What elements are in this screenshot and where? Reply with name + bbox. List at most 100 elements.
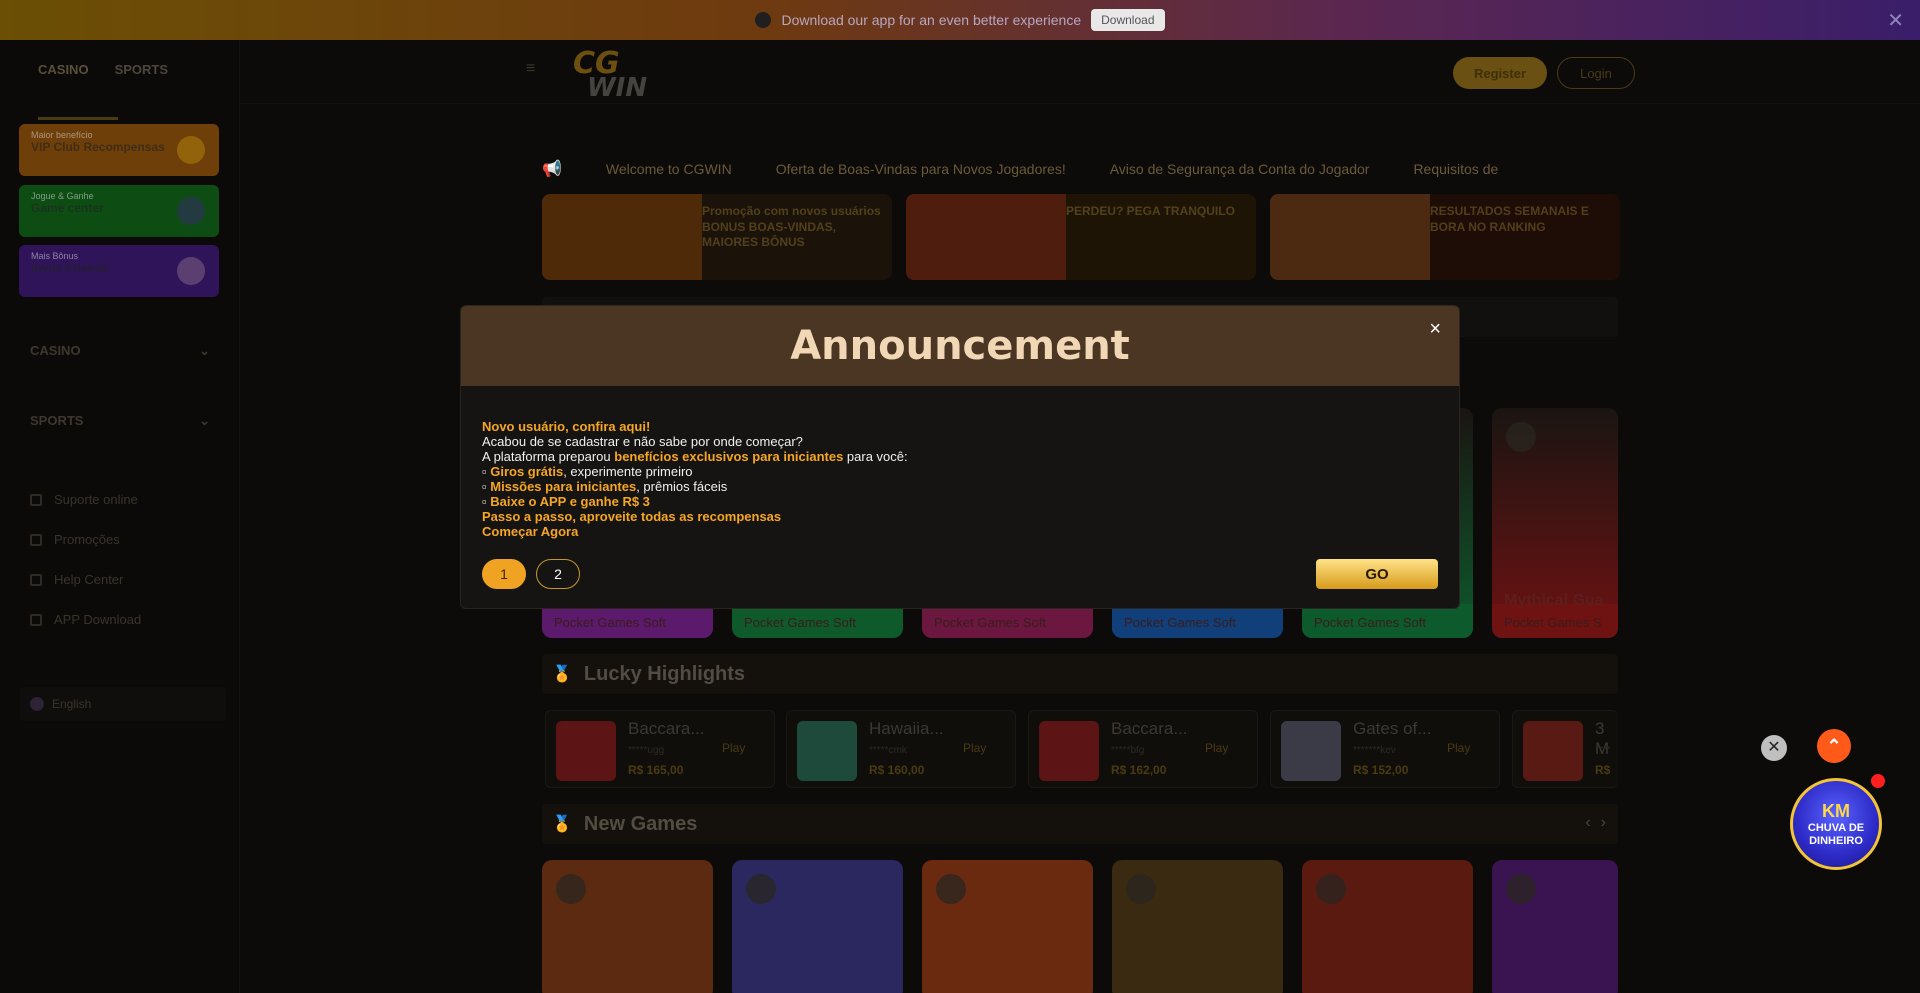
go-button[interactable]: GO [1316, 559, 1438, 589]
sidebar-item-promotions[interactable]: Promoções [30, 532, 120, 547]
game-provider: Pocket Games S [1504, 615, 1602, 630]
game-thumbnail [1039, 721, 1099, 781]
promo-banner[interactable]: PERDEU? PEGA TRANQUILO [906, 194, 1256, 280]
sidebar-item-label: Help Center [54, 572, 124, 587]
bullet-icon: ▫ [482, 464, 491, 479]
chevron-left-icon[interactable]: ‹ [1585, 814, 1590, 832]
favorite-icon[interactable] [556, 874, 586, 904]
marquee-item[interactable]: Oferta de Boas-Vindas para Novos Jogador… [776, 161, 1066, 177]
promo-card-sub: Mais Bônus [31, 251, 79, 261]
game-provider: Pocket Games Soft [1314, 615, 1426, 630]
sidebar-item-help[interactable]: Help Center [30, 572, 123, 587]
sidebar-item-app-download[interactable]: APP Download [30, 612, 141, 627]
medal-icon: 🏅 [552, 666, 572, 683]
megaphone-icon: 📢 [542, 161, 562, 178]
bullet-icon: ▫ [482, 494, 491, 509]
game-tile[interactable] [1492, 860, 1618, 993]
close-icon[interactable]: ✕ [1887, 8, 1904, 33]
game-tile[interactable] [1112, 860, 1283, 993]
highlight-card[interactable]: Hawaiia... *****cmk R$ 160,00 Play [786, 710, 1016, 788]
favorite-icon[interactable] [1506, 874, 1536, 904]
marquee-item[interactable]: Aviso de Segurança da Conta do Jogador [1110, 161, 1370, 177]
start-now-link[interactable]: Começar Agora [482, 524, 578, 539]
menu-icon[interactable]: ≡ [526, 60, 535, 78]
banner-text: Promoção com novos usuários BONUS BOAS-V… [702, 204, 881, 250]
tab-sports[interactable]: SPORTS [115, 62, 168, 104]
game-center-card[interactable]: Jogue & Ganhe Game center [19, 185, 219, 237]
close-icon[interactable]: × [1429, 318, 1441, 341]
invite-friends-card[interactable]: Mais Bônus Invite Friends [19, 245, 219, 297]
marquee-item[interactable]: Welcome to CGWIN [606, 161, 732, 177]
highlight-amount: R$ 160,00 [869, 763, 925, 777]
section-label: CASINO [30, 343, 81, 358]
announcement-line: Passo a passo, aproveite todas as recomp… [482, 509, 782, 524]
game-provider: Pocket Games Soft [1124, 615, 1236, 630]
highlight-game-name: Baccara... [1111, 719, 1188, 738]
login-button[interactable]: Login [1557, 57, 1635, 89]
game-tile[interactable] [542, 860, 713, 993]
lucky-highlights-header: 🏅 Lucky Highlights [542, 654, 1618, 694]
chevron-right-icon[interactable]: › [1601, 814, 1606, 832]
announcement-highlight: benefícios exclusivos para iniciantes [614, 449, 844, 464]
highlight-card[interactable]: Baccara... *****bfg R$ 162,00 Play [1028, 710, 1258, 788]
highlight-amount: R$ 165,00 [628, 763, 684, 777]
sidebar-item-support[interactable]: Suporte online [30, 492, 138, 507]
highlight-user: **** [1595, 745, 1611, 756]
highlight-game-name: Hawaiia... [869, 719, 944, 738]
language-selector[interactable]: English [20, 687, 226, 721]
sidebar-item-label: Suporte online [54, 492, 138, 507]
announcement-marquee[interactable]: 📢 Welcome to CGWIN Oferta de Boas-Vindas… [542, 158, 1618, 180]
announcement-line: Novo usuário, confira aqui! [482, 419, 651, 434]
favorite-icon[interactable] [1316, 874, 1346, 904]
play-button[interactable]: Play [1205, 741, 1228, 755]
highlight-game-name: Gates of... [1353, 719, 1432, 738]
rain-logo: KM [1822, 801, 1850, 822]
page-button-2[interactable]: 2 [536, 559, 580, 589]
marquee-item[interactable]: Requisitos de [1413, 161, 1498, 177]
page-button-1[interactable]: 1 [482, 559, 526, 589]
game-tile[interactable] [1302, 860, 1473, 993]
register-button[interactable]: Register [1453, 57, 1547, 89]
highlight-card[interactable]: Baccara... *****ugg R$ 165,00 Play [545, 710, 775, 788]
download-button[interactable]: Download [1091, 9, 1165, 31]
favorite-icon[interactable] [936, 874, 966, 904]
game-tile[interactable] [922, 860, 1093, 993]
crown-icon [177, 136, 205, 164]
app-download-text: Download our app for an even better expe… [781, 12, 1082, 28]
favorite-icon[interactable] [1506, 422, 1536, 452]
close-float-icon[interactable]: ✕ [1761, 735, 1787, 761]
favorite-icon[interactable] [746, 874, 776, 904]
game-thumbnail [1523, 721, 1583, 781]
gift-icon [177, 257, 205, 285]
play-button[interactable]: Play [1447, 741, 1470, 755]
money-rain-widget[interactable]: KM CHUVA DE DINHEIRO [1790, 778, 1882, 870]
game-tile[interactable]: Mythical Gua Pocket Games S [1492, 408, 1618, 638]
play-button[interactable]: Play [722, 741, 745, 755]
help-icon [30, 573, 42, 586]
vip-club-card[interactable]: Maior benefício VIP Club Recompensas [19, 124, 219, 176]
announcement-modal: Announcement × Novo usuário, confira aqu… [460, 305, 1460, 609]
sidebar-section-casino[interactable]: CASINO ⌄ [30, 343, 210, 359]
announcement-text: , experimente primeiro [563, 464, 693, 479]
tab-casino[interactable]: CASINO [38, 62, 118, 120]
highlight-card[interactable]: Gates of... *******kev R$ 152,00 Play [1270, 710, 1500, 788]
section-label: SPORTS [30, 413, 84, 428]
bullet-icon: ▫ [482, 479, 491, 494]
highlight-user: *******kev [1353, 745, 1396, 756]
promo-banner[interactable]: Promoção com novos usuários BONUS BOAS-V… [542, 194, 892, 280]
sidebar-section-sports[interactable]: SPORTS ⌄ [30, 413, 210, 429]
game-tile[interactable] [732, 860, 903, 993]
favorite-icon[interactable] [1126, 874, 1156, 904]
announcement-highlight: Baixe o APP e ganhe R$ 3 [490, 494, 650, 509]
play-button[interactable]: Play [963, 741, 986, 755]
announcement-text: , prêmios fáceis [636, 479, 728, 494]
app-icon [755, 12, 772, 28]
chevron-down-icon: ⌄ [199, 343, 210, 358]
logo[interactable]: CG WIN [573, 49, 647, 102]
promo-banner[interactable]: RESULTADOS SEMANAIS E BORA NO RANKING [1270, 194, 1620, 280]
highlight-amount: R$ 152,00 [1353, 763, 1409, 777]
highlight-card[interactable]: 3 M **** R$ [1512, 710, 1618, 788]
gift-icon [30, 533, 42, 546]
scroll-top-button[interactable]: ⌃ [1817, 729, 1851, 763]
highlight-user: *****cmk [869, 745, 907, 756]
